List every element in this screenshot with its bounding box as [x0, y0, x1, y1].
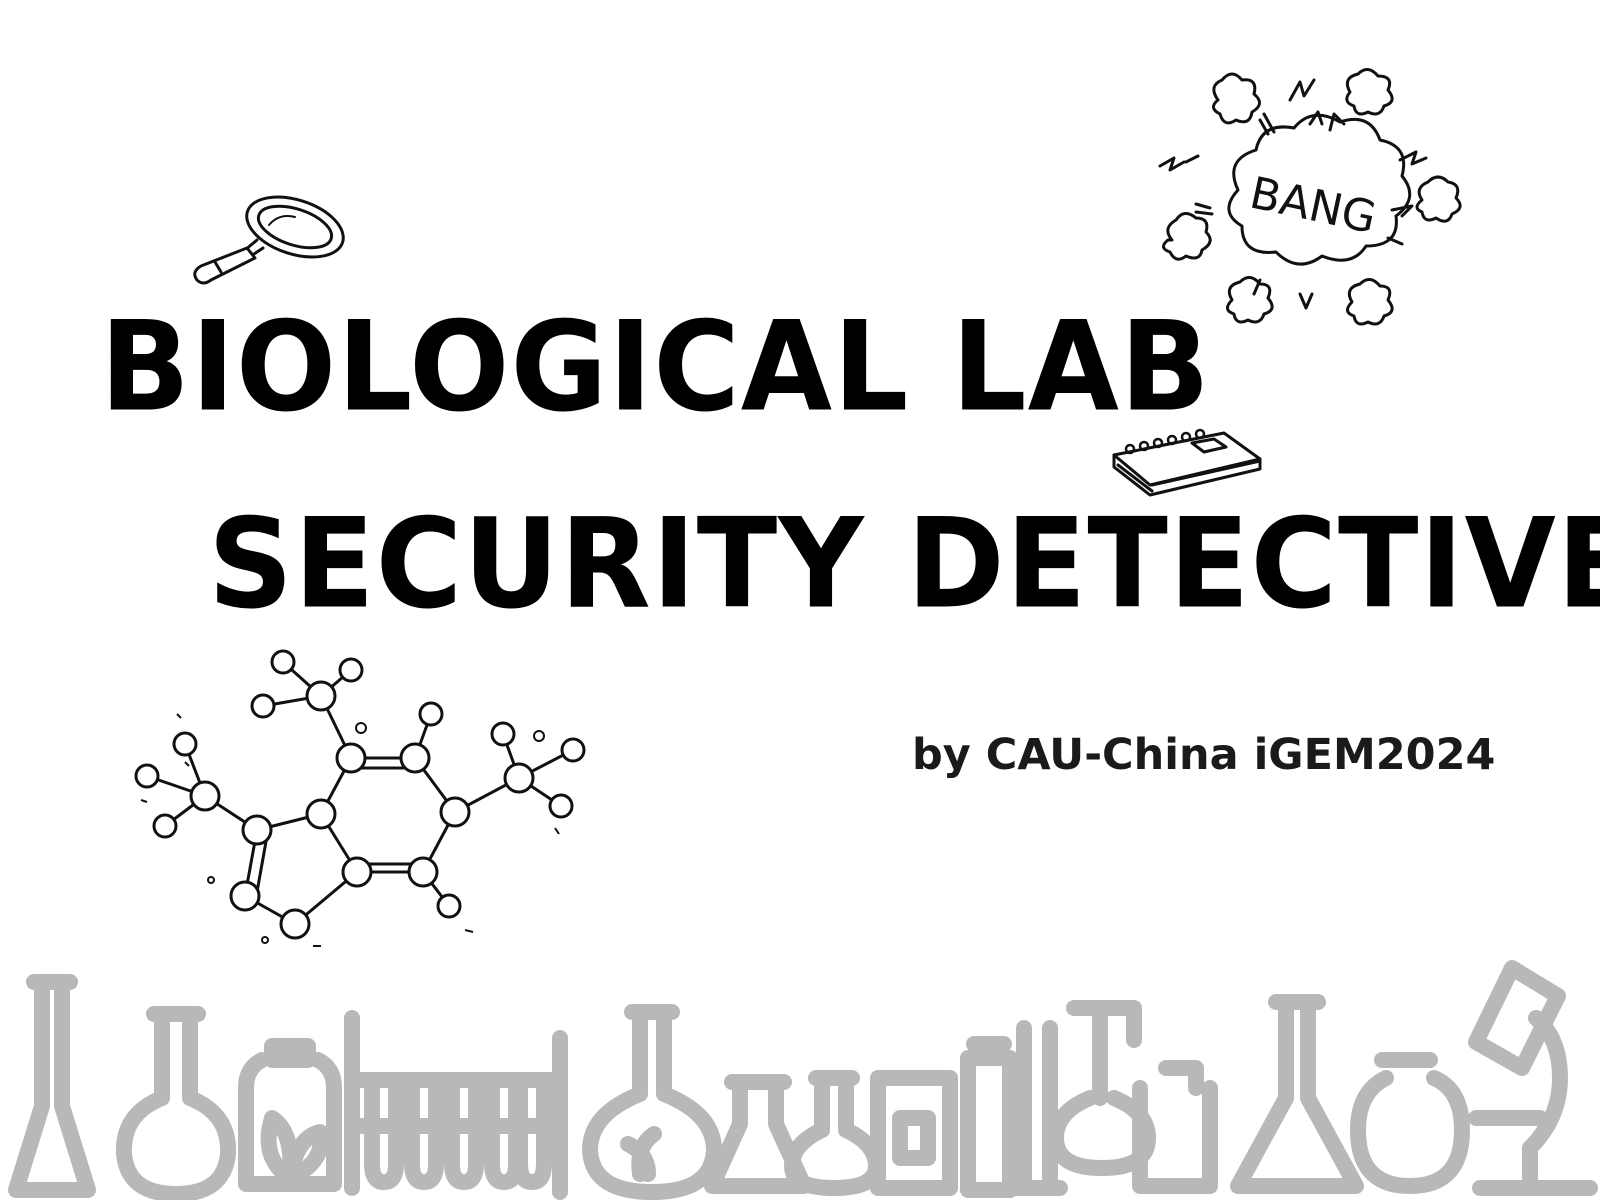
title-line-2: SECURITY DETECTIVE	[208, 490, 1600, 636]
title-slide: BANG BIOLOGICAL LAB SECURITY DETECTIVE b…	[0, 0, 1600, 1200]
molecule-structure-icon	[134, 649, 586, 947]
subtitle-byline: by CAU-China iGEM2024	[912, 730, 1496, 780]
spiral-notebook-icon	[1112, 428, 1262, 497]
magnifying-glass-icon	[193, 195, 345, 285]
title-line-1: BIOLOGICAL LAB	[100, 293, 1211, 439]
lab-glassware-row-icon	[8, 960, 1598, 1200]
